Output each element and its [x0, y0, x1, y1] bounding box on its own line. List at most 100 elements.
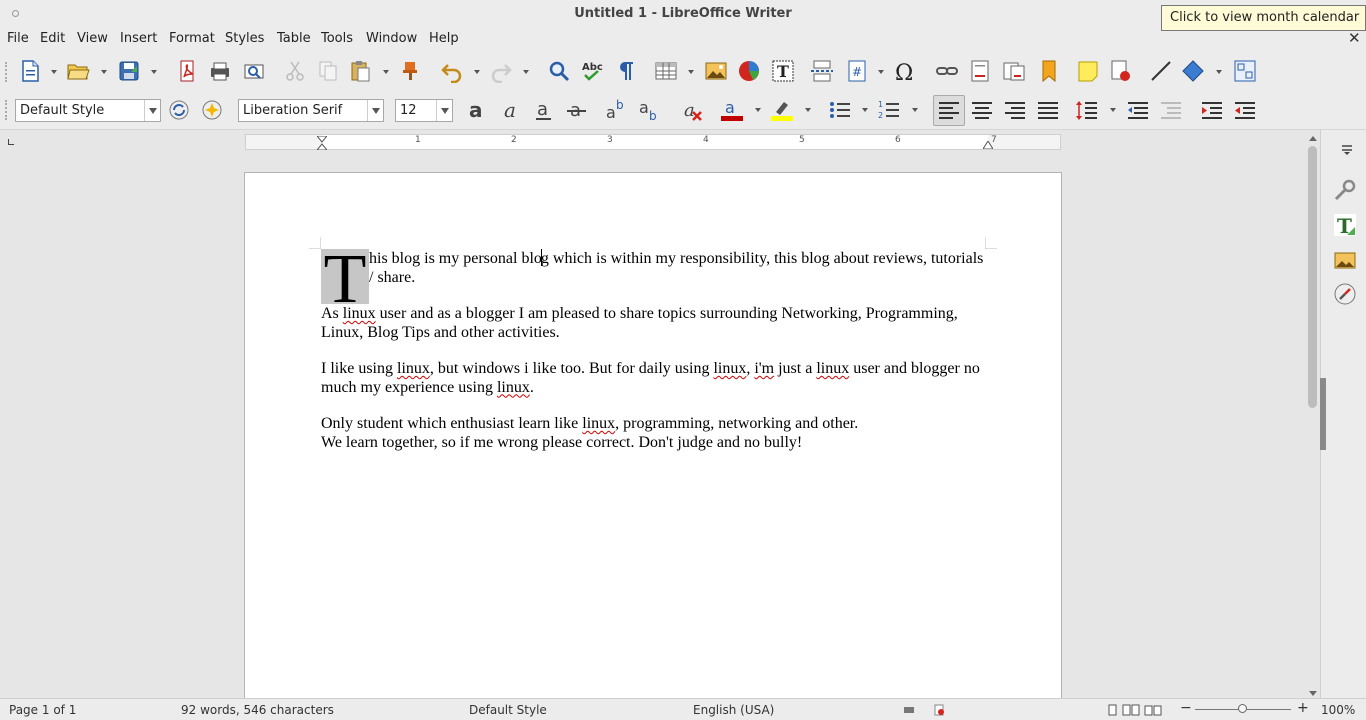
- find-replace-icon[interactable]: [547, 59, 571, 83]
- document-page[interactable]: This blog is my personal blog which is w…: [244, 172, 1062, 698]
- multi-page-view-icon[interactable]: [1122, 704, 1140, 716]
- underline-icon[interactable]: a: [532, 98, 556, 122]
- update-style-icon[interactable]: [167, 98, 191, 122]
- scroll-down-icon[interactable]: [1309, 691, 1317, 696]
- page-count[interactable]: Page 1 of 1: [9, 703, 76, 717]
- paragraph-style-select[interactable]: Default Style: [15, 99, 161, 122]
- right-indent-marker[interactable]: [983, 141, 993, 149]
- new-dropdown-icon[interactable]: [51, 70, 57, 74]
- misspelled-word[interactable]: linux: [343, 305, 376, 322]
- line-spacing-dropdown-icon[interactable]: [1110, 108, 1116, 112]
- insert-textbox-icon[interactable]: T: [771, 59, 795, 83]
- zoom-level[interactable]: 100%: [1321, 703, 1355, 717]
- line-icon[interactable]: [1149, 59, 1173, 83]
- numbering-dropdown-icon[interactable]: [912, 108, 918, 112]
- menu-help[interactable]: Help: [429, 31, 459, 46]
- clear-formatting-icon[interactable]: a: [681, 98, 705, 122]
- shapes-icon[interactable]: [1181, 59, 1205, 83]
- misspelled-word[interactable]: i'm: [754, 360, 774, 377]
- paragraph[interactable]: I like using linux, but windows i like t…: [321, 360, 987, 397]
- chevron-down-icon[interactable]: [144, 100, 160, 121]
- paragraph[interactable]: We learn together, so if me wrong please…: [321, 434, 987, 453]
- paste-dropdown-icon[interactable]: [383, 70, 389, 74]
- book-view-icon[interactable]: [1144, 704, 1162, 716]
- zoom-slider-handle[interactable]: [1238, 704, 1247, 713]
- justify-icon[interactable]: [1036, 98, 1060, 122]
- bullets-icon[interactable]: [828, 98, 852, 122]
- undo-dropdown-icon[interactable]: [474, 70, 480, 74]
- single-page-view-icon[interactable]: [1106, 704, 1118, 716]
- styles-icon[interactable]: T: [1333, 213, 1357, 237]
- numbering-icon[interactable]: 12: [877, 98, 901, 122]
- clone-formatting-icon[interactable]: [398, 59, 422, 83]
- align-left-icon[interactable]: [937, 98, 961, 122]
- menu-insert[interactable]: Insert: [120, 31, 157, 46]
- scroll-up-icon[interactable]: [1309, 136, 1317, 141]
- paragraph[interactable]: This blog is my personal blog which is w…: [321, 245, 987, 315]
- decrease-indent-icon[interactable]: [1233, 98, 1257, 122]
- menu-file[interactable]: File: [7, 31, 29, 46]
- language[interactable]: English (USA): [693, 703, 774, 717]
- highlight-dropdown-icon[interactable]: [805, 108, 811, 112]
- horizontal-ruler[interactable]: 1 2 3 4 5 6 7: [245, 134, 1061, 150]
- chevron-down-icon[interactable]: [436, 100, 452, 121]
- field-icon[interactable]: #: [845, 59, 869, 83]
- superscript-icon[interactable]: ab: [605, 98, 629, 122]
- selection-mode-icon[interactable]: [903, 704, 915, 716]
- open-dropdown-icon[interactable]: [101, 70, 107, 74]
- menu-format[interactable]: Format: [169, 31, 215, 46]
- italic-icon[interactable]: a: [499, 98, 523, 122]
- sidebar-menu-icon[interactable]: [1341, 144, 1353, 156]
- menu-window[interactable]: Window: [366, 31, 417, 46]
- close-document-icon[interactable]: ✕: [1348, 29, 1361, 47]
- print-icon[interactable]: [208, 59, 232, 83]
- page-style[interactable]: Default Style: [469, 703, 547, 717]
- strikethrough-icon[interactable]: a: [565, 98, 589, 122]
- track-changes-icon[interactable]: [1108, 59, 1132, 83]
- spelling-icon[interactable]: Abc: [580, 59, 604, 83]
- gallery-icon[interactable]: [1333, 248, 1357, 272]
- misspelled-word[interactable]: linux: [497, 379, 530, 396]
- comment-icon[interactable]: [1076, 59, 1100, 83]
- paragraph[interactable]: As linux user and as a blogger I am plea…: [321, 305, 987, 342]
- page-break-icon[interactable]: [810, 59, 834, 83]
- navigator-icon[interactable]: [1333, 282, 1357, 306]
- font-name-select[interactable]: Liberation Serif: [238, 99, 384, 122]
- insert-chart-icon[interactable]: [737, 59, 761, 83]
- document-text[interactable]: This blog is my personal blog which is w…: [321, 245, 987, 470]
- misspelled-word[interactable]: linux: [816, 360, 849, 377]
- print-preview-icon[interactable]: [242, 59, 266, 83]
- menu-styles[interactable]: Styles: [225, 31, 264, 46]
- font-color-icon[interactable]: a: [720, 98, 744, 122]
- undo-icon[interactable]: [440, 59, 464, 83]
- bullets-dropdown-icon[interactable]: [862, 108, 868, 112]
- bookmark-icon[interactable]: [1037, 59, 1061, 83]
- export-pdf-icon[interactable]: [175, 59, 199, 83]
- shapes-dropdown-icon[interactable]: [1216, 70, 1222, 74]
- table-dropdown-icon[interactable]: [688, 70, 694, 74]
- menu-view[interactable]: View: [77, 31, 108, 46]
- insert-table-icon[interactable]: [654, 59, 678, 83]
- new-style-icon[interactable]: [200, 98, 224, 122]
- align-right-icon[interactable]: [1003, 98, 1027, 122]
- paste-icon[interactable]: [348, 59, 372, 83]
- misspelled-word[interactable]: linux: [713, 360, 746, 377]
- document-workspace[interactable]: This blog is my personal blog which is w…: [0, 152, 1306, 698]
- menu-edit[interactable]: Edit: [40, 31, 65, 46]
- sidebar-collapse-handle[interactable]: [1320, 378, 1326, 450]
- footnote-icon[interactable]: [968, 59, 992, 83]
- word-count[interactable]: 92 words, 546 characters: [181, 703, 334, 717]
- bold-icon[interactable]: a: [465, 98, 489, 122]
- misspelled-word[interactable]: linux: [397, 360, 430, 377]
- font-size-select[interactable]: 12: [395, 99, 453, 122]
- new-document-icon[interactable]: [18, 59, 42, 83]
- document-modified-icon[interactable]: [933, 704, 945, 716]
- subscript-icon[interactable]: ab: [638, 98, 662, 122]
- chevron-down-icon[interactable]: [367, 100, 383, 121]
- zoom-in-icon[interactable]: +: [1297, 700, 1309, 716]
- form-controls-icon[interactable]: [1233, 59, 1257, 83]
- toolbar-grip[interactable]: [5, 62, 7, 82]
- field-dropdown-icon[interactable]: [878, 70, 884, 74]
- scrollbar-thumb[interactable]: [1308, 146, 1317, 408]
- increase-paragraph-spacing-icon[interactable]: [1126, 98, 1150, 122]
